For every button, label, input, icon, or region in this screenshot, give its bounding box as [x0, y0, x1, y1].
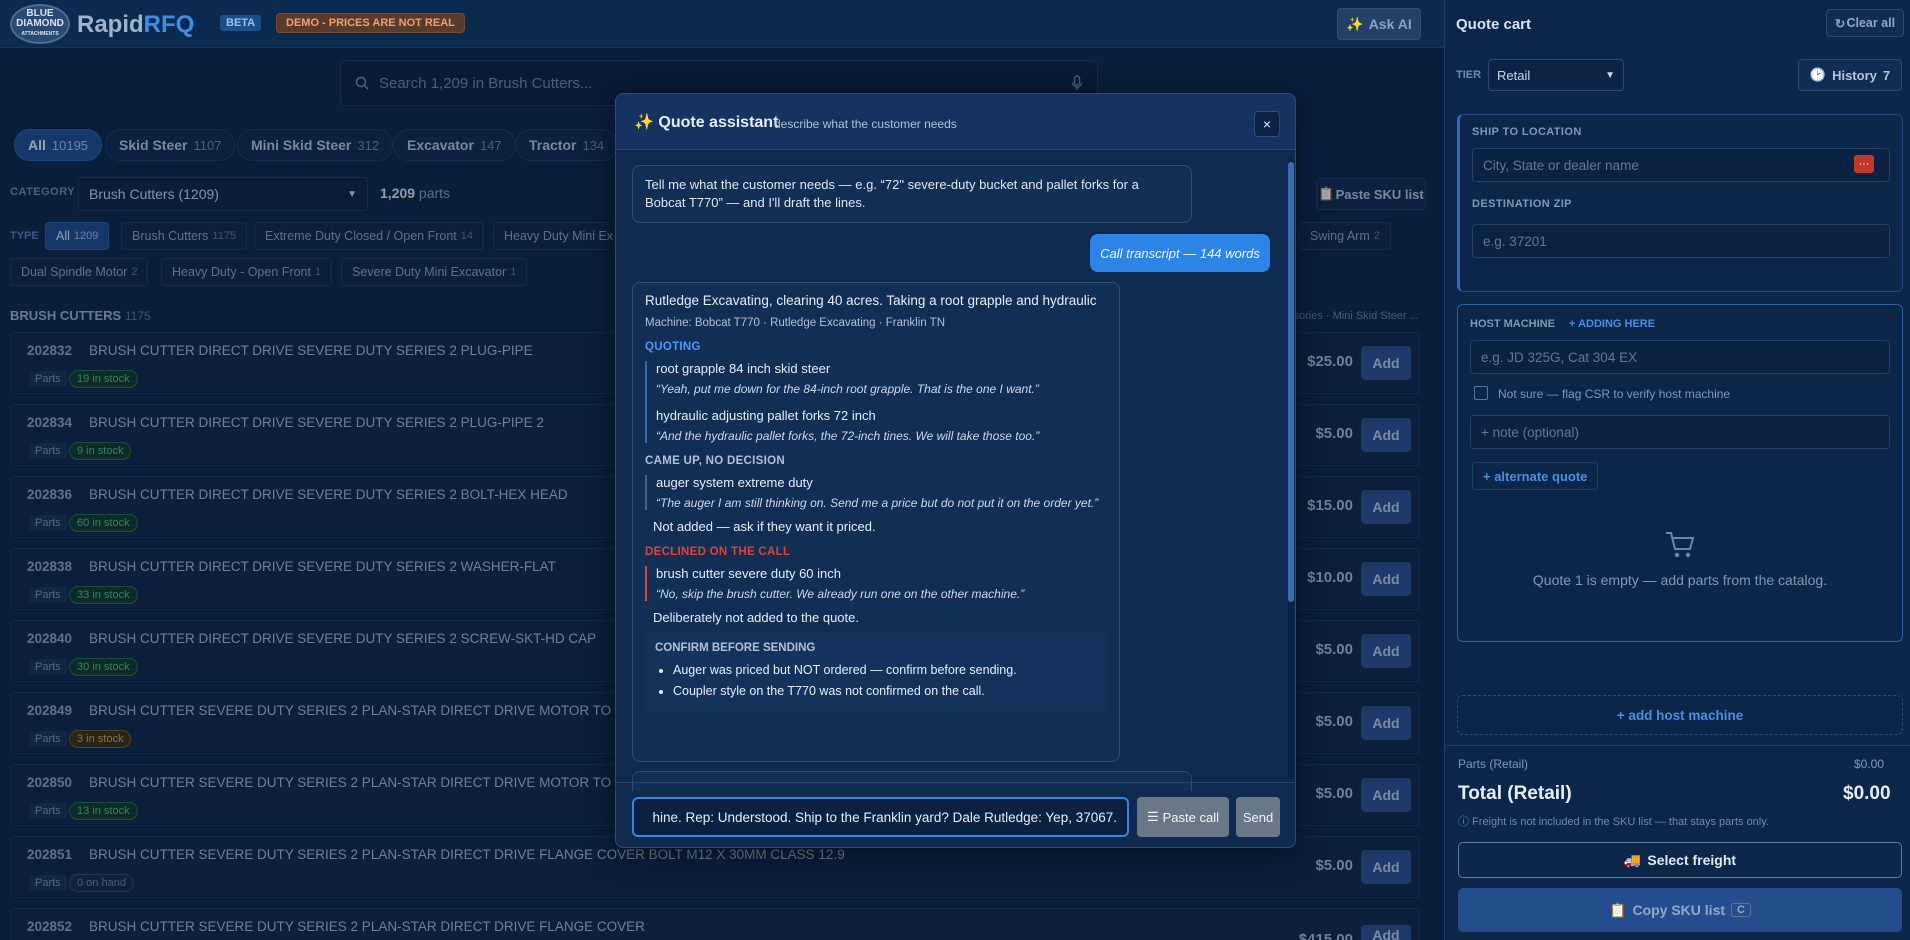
parts-retail-value: $0.00: [1854, 757, 1885, 771]
declined-item-name: brush cutter severe duty 60 inch: [656, 566, 841, 581]
alternate-quote-button[interactable]: + alternate quote: [1472, 462, 1599, 490]
paste-call-button[interactable]: ☰ Paste call: [1137, 797, 1229, 837]
list-icon: ☰: [1146, 809, 1159, 824]
undecided-item-name: auger system extreme duty: [656, 475, 813, 490]
paste-call-label: Paste call: [1162, 809, 1220, 825]
freight-note: ⓘ Freight is not included in the SKU lis…: [1458, 816, 1769, 828]
chat-scrollbar-thumb[interactable]: [1288, 162, 1294, 602]
assistant-message: Tell me what the customer needs — e.g. “…: [632, 165, 1192, 223]
select-freight-label: Select freight: [1647, 852, 1737, 868]
logo-icon[interactable]: BLUE DIAMOND ATTACHMENTS: [10, 4, 70, 44]
clear-all-label: Clear all: [1846, 16, 1896, 30]
assistant-message-partial: [632, 771, 1192, 791]
total-label: Total (Retail): [1458, 783, 1572, 804]
destination-zip-input[interactable]: e.g. 37201: [1472, 224, 1890, 258]
select-freight-button[interactable]: 🚚 Select freight: [1458, 842, 1902, 878]
divider: [616, 782, 1295, 783]
confirm-item: Coupler style on the T770 was not confir…: [673, 681, 1097, 702]
history-label: History: [1832, 67, 1877, 83]
tier-selected: Retail: [1497, 67, 1531, 83]
declined-item: brush cutter severe duty 60 inch “No, sk…: [645, 566, 1107, 601]
ask-ai-button[interactable]: ✨ Ask AI: [1337, 8, 1421, 40]
summary-meta: Machine: Bobcat T770 · Rutledge Excavati…: [645, 317, 945, 329]
checkbox-icon[interactable]: [1474, 386, 1488, 400]
parts-retail-label: Parts (Retail): [1458, 757, 1529, 771]
copy-sku-list-button[interactable]: 📋 Copy SKU list C: [1458, 888, 1902, 932]
declined-item-quote: “No, skip the brush cutter. We already r…: [656, 587, 1025, 601]
undecided-note: Not added — ask if they want it priced.: [653, 519, 876, 534]
more-options-icon[interactable]: ···: [1854, 155, 1874, 173]
undecided-item-quote: “The auger I am still thinking on. Send …: [656, 496, 1099, 510]
chevron-down-icon: ▼: [1605, 69, 1615, 81]
brand-name: RapidRFQ: [77, 11, 194, 39]
summary-headline: Rutledge Excavating, clearing 40 acres. …: [645, 293, 1097, 308]
logo-text-3: ATTACHMENTS: [21, 31, 59, 37]
ship-to-label: SHIP TO LOCATION: [1472, 126, 1582, 138]
add-host-machine-button[interactable]: + add host machine: [1457, 695, 1903, 735]
quote-assistant-modal: ✨ Quote assistant describe what the cust…: [615, 93, 1296, 848]
sparkle-icon: ✨: [634, 114, 659, 131]
demo-badge: DEMO - PRICES ARE NOT REAL: [276, 13, 465, 33]
clear-all-button[interactable]: ↻ Clear all: [1826, 9, 1904, 37]
brand-part-b: RFQ: [143, 11, 195, 38]
tier-select[interactable]: Retail ▼: [1488, 59, 1624, 91]
truck-icon: 🚚: [1623, 851, 1642, 868]
total-value: $0.00: [1843, 783, 1891, 804]
copy-sku-label: Copy SKU list: [1632, 902, 1726, 918]
empty-quote-message: Quote 1 is empty — add parts from the ca…: [1532, 572, 1828, 588]
beta-badge: BETA: [220, 15, 262, 31]
clipboard-icon: 📋: [1609, 901, 1627, 918]
brand-part-a: Rapid: [77, 11, 144, 38]
user-message: Call transcript — 144 words: [1090, 234, 1270, 272]
declined-section-label: DECLINED ON THE CALL: [645, 546, 791, 558]
refresh-icon: ↻: [1834, 16, 1847, 31]
quoted-item-name: root grapple 84 inch skid steer: [656, 361, 831, 376]
ask-ai-label: Ask AI: [1368, 16, 1412, 32]
undecided-section-label: CAME UP, NO DECISION: [645, 455, 785, 467]
quoting-list: root grapple 84 inch skid steer “Yeah, p…: [645, 361, 1107, 443]
logo-text-2: DIAMOND: [16, 18, 64, 29]
declined-note: Deliberately not added to the quote.: [653, 610, 859, 625]
ship-to-input[interactable]: City, State or dealer name: [1472, 148, 1890, 182]
confirm-list: Auger was priced but NOT ordered — confi…: [655, 660, 1097, 702]
sparkle-icon: ✨: [1346, 15, 1364, 32]
not-sure-label: Not sure — flag CSR to verify host machi…: [1498, 387, 1731, 401]
tier-label: TIER: [1456, 69, 1482, 81]
divider: [1444, 745, 1910, 746]
confirm-item: Auger was priced but NOT ordered — confi…: [673, 660, 1097, 681]
close-icon[interactable]: ×: [1254, 111, 1280, 137]
cart-title: Quote cart: [1456, 16, 1532, 33]
host-machine-input[interactable]: e.g. JD 325G, Cat 304 EX: [1470, 340, 1890, 374]
modal-subtitle: describe what the customer needs: [774, 117, 957, 131]
cart-icon: [1666, 532, 1695, 558]
destination-zip-label: DESTINATION ZIP: [1472, 198, 1572, 210]
confirm-before-sending: CONFIRM BEFORE SENDING Auger was priced …: [645, 634, 1107, 710]
quoting-section-label: QUOTING: [645, 341, 701, 353]
quoted-item-name: hydraulic adjusting pallet forks 72 inch: [656, 408, 876, 423]
send-button[interactable]: Send: [1236, 797, 1280, 837]
history-button[interactable]: 🕑 History 7: [1798, 59, 1902, 91]
modal-title-text: Quote assistant: [658, 114, 779, 131]
undecided-item: auger system extreme duty “The auger I a…: [645, 475, 1107, 510]
top-bar: [0, 0, 1444, 48]
clock-icon: 🕑: [1809, 67, 1827, 82]
keyboard-shortcut: C: [1731, 903, 1751, 917]
history-count: 7: [1882, 67, 1891, 83]
chat-input[interactable]: hine. Rep: Understood. Ship to the Frank…: [632, 797, 1129, 837]
assistant-summary-message: Rutledge Excavating, clearing 40 acres. …: [632, 282, 1120, 762]
quoted-item-quote: “And the hydraulic pallet forks, the 72-…: [656, 429, 1040, 443]
note-input[interactable]: + note (optional): [1470, 415, 1890, 449]
modal-title: ✨ Quote assistant: [634, 112, 778, 132]
confirm-title: CONFIRM BEFORE SENDING: [655, 642, 816, 654]
adding-here-link[interactable]: + ADDING HERE: [1569, 318, 1655, 330]
host-machine-label: HOST MACHINE: [1470, 318, 1555, 330]
quoted-item-quote: “Yeah, put me down for the 84-inch root …: [656, 382, 1039, 396]
